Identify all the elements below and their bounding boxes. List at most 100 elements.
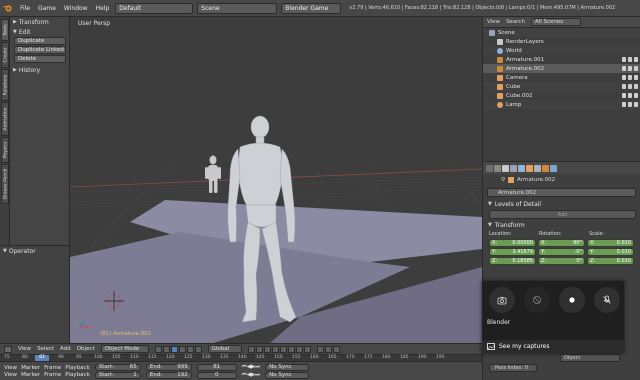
- history-panel-header[interactable]: ▶ History: [10, 65, 69, 75]
- world-tab-icon[interactable]: [518, 164, 525, 172]
- editor-type-icon[interactable]: [4, 345, 12, 353]
- pivot-point-icon[interactable]: [162, 345, 170, 353]
- visibility-toggles[interactable]: [622, 93, 638, 98]
- scale-y-field[interactable]: Y: 0.010: [587, 247, 634, 256]
- data-tab-icon[interactable]: [542, 164, 549, 172]
- layer-button-icon[interactable]: [255, 345, 263, 353]
- pass-index-field[interactable]: Pass Index: 0: [489, 364, 537, 372]
- outliner-item-armature-002[interactable]: Armature.002: [483, 64, 640, 73]
- tab-physics[interactable]: Physics: [1, 137, 9, 163]
- rotation-x-field[interactable]: X: 90°: [538, 238, 585, 247]
- scale-manipulator-icon[interactable]: [194, 345, 202, 353]
- timeline-menu-frame[interactable]: Frame: [44, 372, 61, 378]
- timeline-menu-frame[interactable]: Frame: [44, 365, 61, 371]
- camera-icon[interactable]: [634, 93, 638, 98]
- transform-orientation-dropdown[interactable]: Global: [207, 345, 242, 353]
- snap-element-icon[interactable]: [324, 345, 332, 353]
- object-name-field[interactable]: Armature.002: [487, 188, 636, 197]
- camera-icon[interactable]: [634, 66, 638, 71]
- operator-panel-header[interactable]: ▼ Operator: [0, 246, 69, 256]
- screenshot-button[interactable]: [489, 287, 515, 313]
- visibility-toggles[interactable]: [622, 66, 638, 71]
- transform-panel-header[interactable]: ▼ Transform: [483, 220, 640, 230]
- delete-button[interactable]: Delete: [14, 55, 66, 63]
- end-frame-field[interactable]: End: 999: [145, 363, 192, 371]
- end-frame-field[interactable]: End: 192: [145, 371, 192, 379]
- edit-panel-header[interactable]: ▼ Edit: [10, 27, 69, 37]
- outliner-item-cube-002[interactable]: Cube.002: [483, 91, 640, 100]
- current-frame-field[interactable]: 81: [196, 363, 237, 371]
- menu-help[interactable]: Help: [94, 5, 112, 12]
- outliner-item-armature-001[interactable]: Armature.001: [483, 55, 640, 64]
- record-last-button[interactable]: [524, 287, 550, 313]
- lod-panel-header[interactable]: ▼ Levels of Detail: [483, 199, 640, 209]
- rotate-manipulator-icon[interactable]: [186, 345, 194, 353]
- rotation-z-field[interactable]: Z: 0°: [538, 256, 585, 265]
- start-frame-field[interactable]: Start: 65: [94, 363, 141, 371]
- play-icon[interactable]: ⏮◀▶⏭: [242, 364, 260, 371]
- outliner-item-world[interactable]: World: [483, 46, 640, 55]
- timeline-menu-view[interactable]: View: [4, 372, 17, 378]
- camera-icon[interactable]: [634, 57, 638, 62]
- eye-icon[interactable]: [622, 75, 626, 80]
- outliner-item-camera[interactable]: Camera: [483, 73, 640, 82]
- eye-icon[interactable]: [622, 57, 626, 62]
- sync-dropdown[interactable]: No Sync: [265, 371, 310, 379]
- eye-icon[interactable]: [622, 66, 626, 71]
- snap-toggle-icon[interactable]: [316, 345, 324, 353]
- cursor-icon[interactable]: [628, 84, 632, 89]
- timeline-menu-playback[interactable]: Playback: [65, 372, 90, 378]
- scale-z-field[interactable]: Z: 0.010: [587, 256, 634, 265]
- cursor-icon[interactable]: [628, 93, 632, 98]
- location-z-field[interactable]: Z: 0.18585: [489, 256, 536, 265]
- object-tab-icon[interactable]: [526, 164, 533, 172]
- engine-dropdown[interactable]: Blender Game: [281, 2, 342, 14]
- duplicate-linked-button[interactable]: Duplicate Linked: [14, 46, 66, 54]
- timeline-ruler[interactable]: 75 80 85 90 95 100 105 110 115 120 125 1…: [0, 354, 482, 362]
- outliner-item-scene[interactable]: Scene: [483, 28, 640, 37]
- layer-button-icon[interactable]: [271, 345, 279, 353]
- editor-type-icon[interactable]: [486, 164, 493, 172]
- camera-icon[interactable]: [634, 84, 638, 89]
- tab-grease-pencil[interactable]: Grease Pencil: [1, 164, 9, 204]
- cursor-icon[interactable]: [628, 102, 632, 107]
- layer-button-icon[interactable]: [295, 345, 303, 353]
- render-layers-tab-icon[interactable]: [502, 164, 509, 172]
- camera-icon[interactable]: [634, 102, 638, 107]
- rotation-y-field[interactable]: Y: -0°: [538, 247, 585, 256]
- menu-game[interactable]: Game: [36, 5, 58, 12]
- render-tab-icon[interactable]: [494, 164, 501, 172]
- add-lod-button[interactable]: Add: [489, 210, 636, 219]
- manipulator-toggle-icon[interactable]: [170, 345, 178, 353]
- scale-x-field[interactable]: X: 0.010: [587, 238, 634, 247]
- outliner-item-cube[interactable]: Cube: [483, 82, 640, 91]
- scene-tab-icon[interactable]: [510, 164, 517, 172]
- visibility-toggles[interactable]: [622, 102, 638, 107]
- eye-icon[interactable]: [622, 84, 626, 89]
- play-icon[interactable]: ⏮◀▶⏭: [242, 372, 260, 379]
- viewport-shading-icon[interactable]: [154, 345, 162, 353]
- timeline-menu-marker[interactable]: Marker: [21, 365, 40, 371]
- object-type-dropdown[interactable]: Object: [560, 354, 620, 362]
- scene-dropdown[interactable]: Scene: [197, 2, 278, 14]
- pin-icon[interactable]: ⚲: [501, 177, 505, 183]
- tab-relations[interactable]: Relations: [1, 69, 9, 101]
- outliner-filter-dropdown[interactable]: All Scenes: [530, 18, 581, 26]
- layer-button-icon[interactable]: [287, 345, 295, 353]
- translate-manipulator-icon[interactable]: [178, 345, 186, 353]
- 3d-viewport[interactable]: User Persp (81) Armature.002: [70, 17, 482, 343]
- viewport-menu-object[interactable]: Object: [77, 346, 95, 352]
- transform-panel-header[interactable]: ▶ Transform: [10, 17, 69, 27]
- camera-icon[interactable]: [634, 75, 638, 80]
- menu-file[interactable]: File: [18, 5, 32, 12]
- eye-icon[interactable]: [622, 93, 626, 98]
- cursor-icon[interactable]: [628, 66, 632, 71]
- timeline-menu-marker[interactable]: Marker: [21, 372, 40, 378]
- layer-button-icon[interactable]: [303, 345, 311, 353]
- record-button[interactable]: [559, 287, 585, 313]
- timeline-menu-view[interactable]: View: [4, 365, 17, 371]
- outliner-menu-search[interactable]: Search: [506, 19, 525, 25]
- eye-icon[interactable]: [622, 102, 626, 107]
- see-captures-link[interactable]: See my captures: [482, 340, 624, 353]
- layer-button-icon[interactable]: [279, 345, 287, 353]
